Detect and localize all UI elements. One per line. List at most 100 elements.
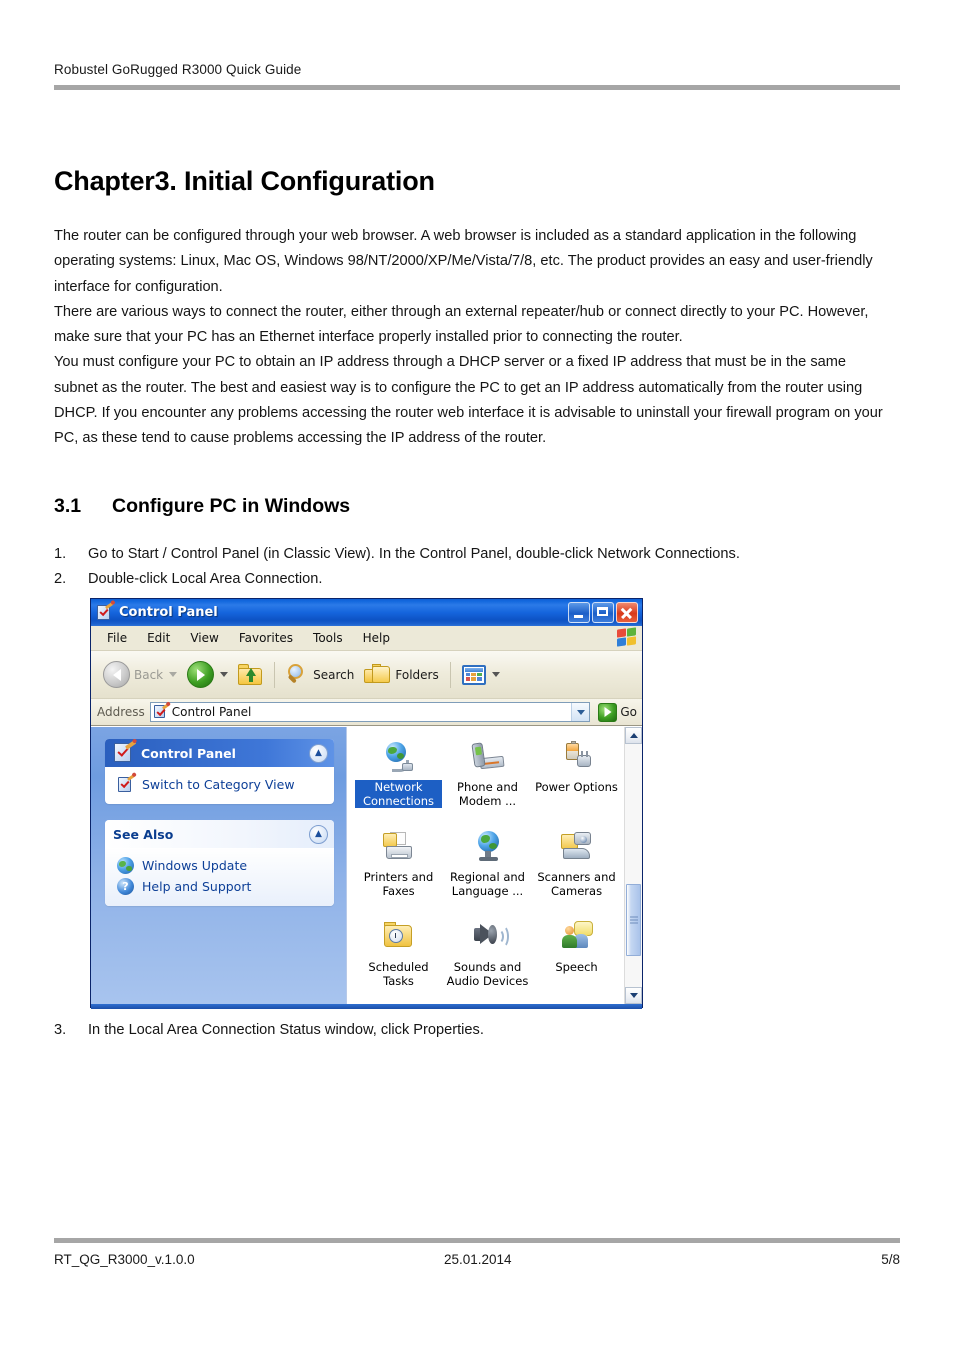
windows-update-icon	[117, 857, 134, 874]
folders-label: Folders	[395, 667, 439, 682]
printers-and-faxes-icon	[382, 831, 416, 865]
applet-label: Regional and Language ...	[450, 870, 525, 898]
views-button[interactable]	[458, 662, 504, 688]
address-label: Address	[97, 705, 145, 719]
address-dropdown-button[interactable]	[571, 703, 590, 721]
task-link-label: Help and Support	[142, 879, 252, 894]
scroll-up-button[interactable]	[625, 727, 642, 744]
folders-button[interactable]: Folders	[360, 661, 442, 689]
applet-label: Network Connections	[355, 780, 442, 808]
power-options-icon	[560, 741, 594, 775]
intro-paragraph-1: The router can be configured through you…	[54, 228, 873, 295]
scheduled-tasks-icon	[382, 921, 416, 955]
task-link-help-and-support[interactable]: ? Help and Support	[117, 876, 326, 897]
section-heading: 3.1 Configure PC in Windows	[54, 495, 350, 518]
scrollbar-thumb[interactable]	[626, 884, 641, 956]
applet-regional-and-language[interactable]: Regional and Language ...	[444, 825, 531, 915]
applet-sounds-and-audio-devices[interactable]: Sounds and Audio Devices	[444, 915, 531, 1005]
applet-label: Scheduled Tasks	[368, 960, 429, 988]
steps-list-top: 1. Go to Start / Control Panel (in Class…	[54, 542, 890, 591]
applet-speech[interactable]: Speech	[533, 915, 620, 1005]
search-icon	[286, 663, 309, 686]
go-arrow-icon	[598, 702, 618, 722]
task-pane-header: See Also ▲	[105, 820, 334, 848]
menu-item-tools[interactable]: Tools	[303, 629, 353, 647]
up-one-level-button[interactable]	[234, 661, 267, 689]
address-value: Control Panel	[171, 705, 252, 719]
address-input[interactable]: Control Panel	[149, 702, 591, 722]
scroll-down-button[interactable]	[625, 987, 642, 1004]
views-icon	[461, 664, 486, 685]
task-pane-see-also: See Also ▲ Windows Update ? Help and Sup…	[105, 820, 334, 906]
toolbar: Back Search Folders	[91, 651, 642, 699]
chevron-down-icon	[220, 672, 229, 677]
window-title: Control Panel	[119, 605, 218, 620]
footer-divider	[54, 1238, 900, 1243]
intro-paragraph-2: There are various ways to connect the ro…	[54, 303, 869, 346]
close-button[interactable]	[616, 602, 638, 623]
task-pane-body: Switch to Category View	[105, 767, 334, 804]
step-number: 2.	[54, 570, 67, 587]
section-title: Configure PC in Windows	[112, 495, 351, 518]
step-number: 3.	[54, 1022, 67, 1038]
menu-item-help[interactable]: Help	[353, 629, 400, 647]
header-divider	[54, 85, 900, 90]
window-client-area: Control Panel ▲ Switch to Category View …	[91, 726, 642, 1004]
search-button[interactable]: Search	[282, 660, 358, 689]
forward-arrow-icon	[187, 661, 215, 688]
speech-icon	[560, 921, 594, 955]
collapse-chevron-icon[interactable]: ▲	[309, 824, 328, 844]
control-panel-icon	[96, 601, 115, 621]
applet-network-connections[interactable]: Network Connections	[355, 735, 442, 825]
task-link-label: Windows Update	[142, 858, 248, 873]
applet-label: Phone and Modem ...	[457, 780, 518, 808]
intro-paragraph-3: You must configure your PC to obtain an …	[54, 354, 883, 447]
collapse-chevron-icon[interactable]: ▲	[309, 743, 328, 763]
address-bar: Address Control Panel Go	[91, 699, 642, 726]
document-header: Robustel GoRugged R3000 Quick Guide	[54, 62, 900, 90]
applet-power-options[interactable]: Power Options	[533, 735, 620, 825]
folders-icon	[364, 663, 391, 686]
menu-item-file[interactable]: File	[97, 629, 137, 647]
applet-label: Scanners and Cameras	[537, 870, 616, 898]
window-title-bar: Control Panel	[91, 599, 642, 626]
menu-item-view[interactable]: View	[180, 629, 228, 647]
step-item: 3. In the Local Area Connection Status w…	[54, 1018, 890, 1043]
footer-document-id: RT_QG_R3000_v.1.0.0	[54, 1252, 195, 1267]
go-button[interactable]: Go	[595, 702, 637, 722]
scanners-and-cameras-icon	[560, 831, 594, 865]
folder-up-icon	[238, 663, 263, 686]
task-link-windows-update[interactable]: Windows Update	[117, 855, 326, 876]
task-link-switch-to-category-view[interactable]: Switch to Category View	[117, 773, 326, 795]
menu-bar: File Edit View Favorites Tools Help	[91, 626, 642, 651]
applet-label: Power Options	[535, 780, 618, 794]
minimize-button[interactable]	[568, 602, 590, 623]
toolbar-separator	[449, 661, 451, 688]
maximize-button[interactable]	[592, 602, 614, 623]
windows-flag-icon	[616, 627, 638, 648]
applet-printers-and-faxes[interactable]: Printers and Faxes	[355, 825, 442, 915]
vertical-scrollbar[interactable]	[624, 727, 642, 1004]
document-footer: RT_QG_R3000_v.1.0.0 25.01.2014 5/8	[54, 1238, 900, 1267]
steps-list-bottom: 3. In the Local Area Connection Status w…	[54, 1018, 890, 1043]
back-button[interactable]: Back	[99, 658, 181, 691]
back-arrow-icon	[103, 661, 130, 688]
applet-scanners-and-cameras[interactable]: Scanners and Cameras	[533, 825, 620, 915]
menu-item-edit[interactable]: Edit	[137, 629, 180, 647]
chevron-down-icon	[491, 672, 500, 677]
applet-scheduled-tasks[interactable]: Scheduled Tasks	[355, 915, 442, 1005]
applet-label: Printers and Faxes	[363, 870, 434, 898]
step-number: 1.	[54, 546, 67, 562]
applet-phone-and-modem[interactable]: Phone and Modem ...	[444, 735, 531, 825]
help-icon: ?	[117, 878, 134, 895]
scrollbar-track[interactable]	[625, 744, 642, 987]
forward-button[interactable]	[183, 658, 232, 691]
sounds-and-audio-devices-icon	[471, 921, 509, 955]
chapter-title: Chapter3. Initial Configuration	[54, 166, 435, 197]
task-link-label: Switch to Category View	[142, 777, 295, 792]
menu-item-favorites[interactable]: Favorites	[229, 629, 303, 647]
applet-label: Speech	[555, 960, 598, 974]
back-label: Back	[134, 667, 164, 682]
control-panel-icon	[113, 740, 137, 764]
search-label: Search	[313, 667, 355, 682]
